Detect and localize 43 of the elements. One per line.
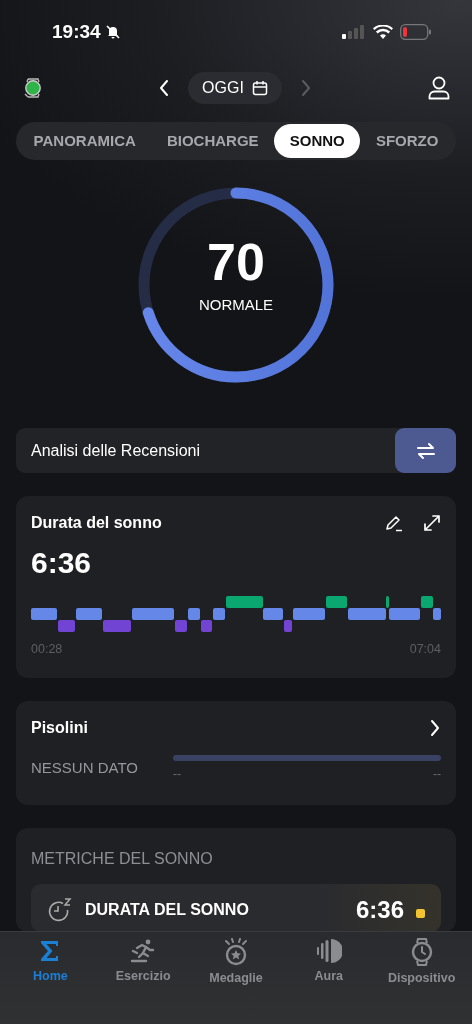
watch-icon [409,938,434,966]
section-title: METRICHE DEL SONNO [31,850,214,868]
tab[interactable]: BIOCHARGE [151,124,275,158]
swap-icon [414,440,437,461]
bell-muted-icon [104,24,121,40]
metric-row[interactable]: DURATA DEL SONNO 6:36 [31,884,441,932]
no-data-label: NESSUN DATO [31,759,139,776]
nav-tab[interactable]: Dispositivo [375,932,468,1024]
nav-tab[interactable]: Aura [282,932,376,1024]
swap-button[interactable] [395,428,456,473]
chevron-right-icon[interactable] [429,719,441,737]
medal-icon [222,938,250,966]
battery-icon [400,24,432,40]
start-time: 00:28 [31,642,63,656]
calendar-icon [251,80,268,96]
sleep-clock-icon [47,897,73,923]
end-time: 07:04 [409,642,441,656]
date-selector[interactable]: OGGI [188,72,282,104]
metric-label: DURATA DEL SONNO [85,901,250,919]
metric-value: 6:36 [355,896,404,924]
status-time: 19:34 [52,21,101,43]
analysis-label: Analisi delle Recensioni [30,441,201,460]
score-label: NORMALE [198,295,274,313]
nav-tab[interactable]: Esercizio [96,932,190,1024]
axis-label: -- [433,767,441,781]
aura-icon [315,938,342,964]
tab[interactable]: SONNO [274,124,361,158]
card-title: Pisolini [31,719,89,737]
user-icon[interactable] [428,76,450,100]
chevron-left-icon[interactable] [158,79,171,97]
tab[interactable]: SFORZO [360,124,455,158]
card-title: Durata del sonno [31,514,163,532]
sleep-duration-value: 6:36 [31,546,93,580]
wifi-icon [373,24,393,40]
expand-icon[interactable] [423,514,441,532]
watch-status-icon[interactable] [24,76,42,100]
nav-tab[interactable]: Medaglie [189,932,283,1024]
pencil-icon[interactable] [385,514,403,532]
sleep-score: 70 [207,231,265,292]
tab[interactable]: PANORAMICA [18,124,152,158]
axis-label: -- [173,767,181,781]
nav-tab[interactable]: Home [4,932,97,1024]
signal-icon [342,25,366,39]
